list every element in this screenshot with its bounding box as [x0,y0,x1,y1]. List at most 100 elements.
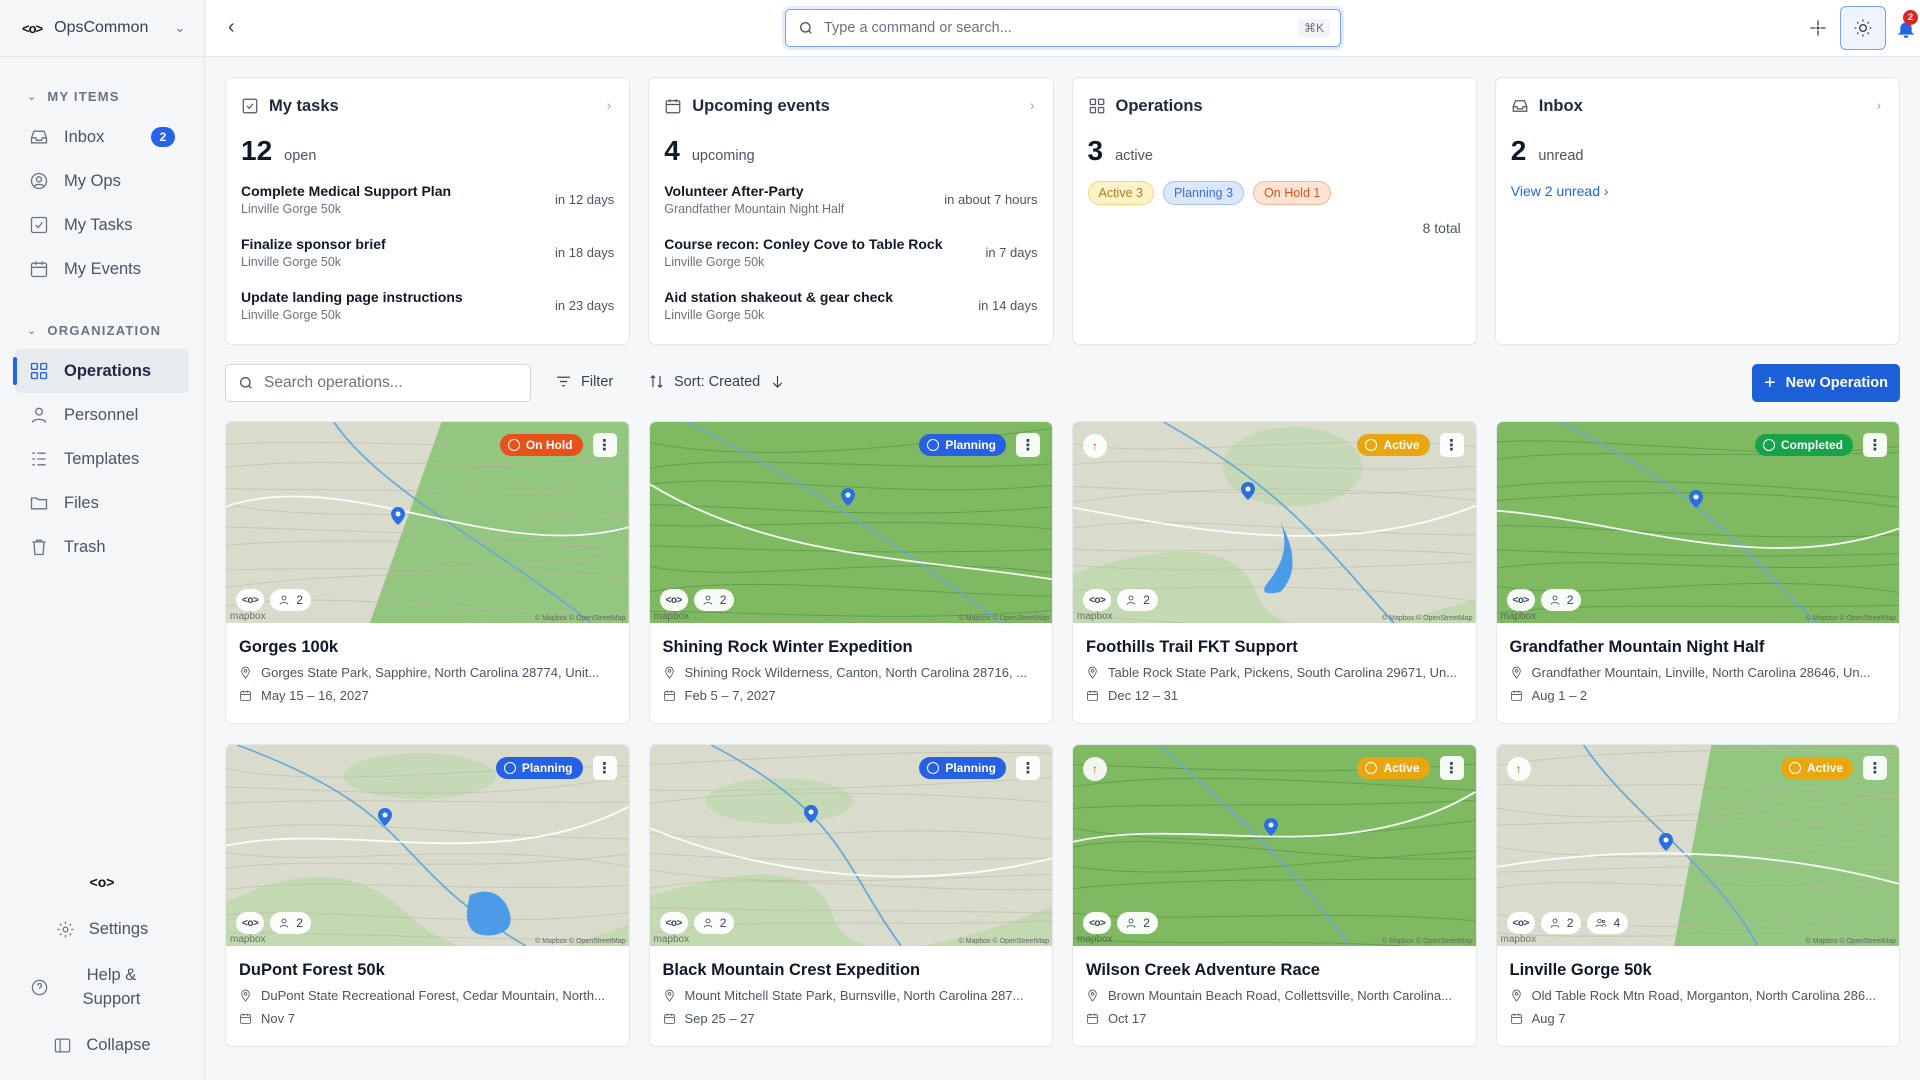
location-pin-icon [1264,818,1279,837]
operation-card[interactable]: On Hold ⋮ <o> 2 mapbox © Mapbox © OpenSt… [225,421,630,724]
map-pin-icon [1088,989,1097,1002]
operation-title[interactable]: Gorges 100k [239,638,616,657]
sidebar-item-trash[interactable]: Trash [15,525,189,569]
theme-toggle-button[interactable] [1840,6,1886,50]
operation-map[interactable]: Planning ⋮ <o> 2 mapbox © Mapbox © OpenS… [649,422,1052,623]
personnel-count-chip: 2 [1540,589,1582,611]
map-attribution[interactable]: © Mapbox © OpenStreetMap [959,615,1049,622]
map-attribution[interactable]: © Mapbox © OpenStreetMap [959,938,1049,945]
operation-title[interactable]: Black Mountain Crest Expedition [663,961,1040,980]
mapbox-logo: mapbox [230,934,266,945]
event-op: Linville Gorge 50k [664,255,765,269]
map-pin-icon [1511,989,1521,1002]
more-options-icon[interactable]: ⋮ [1863,756,1887,780]
sidebar-item-personnel[interactable]: Personnel [15,393,189,437]
operation-title[interactable]: DuPont Forest 50k [239,961,616,980]
operation-map[interactable]: ↑ Active ⋮ <o> 2 mapbox © Mapbox © OpenS… [1073,745,1476,946]
operation-map[interactable]: Planning ⋮ <o> 2 mapbox © Mapbox © OpenS… [226,745,629,946]
operation-card[interactable]: Planning ⋮ <o> 2 mapbox © Mapbox © OpenS… [225,744,630,1047]
settings-button[interactable]: Settings [0,906,204,952]
sidebar-item-operations[interactable]: Operations [13,349,189,393]
event-row[interactable]: Course recon: Conley Cove to Table Rock L… [664,236,1037,273]
section-my-items[interactable]: ⌄ MY ITEMS [0,79,204,113]
collapse-button[interactable]: Collapse [0,1022,204,1068]
more-options-icon[interactable]: ⋮ [1016,433,1040,457]
more-options-icon[interactable]: ⋮ [1439,756,1464,780]
personnel-count-chip: 2 [1540,912,1582,934]
chevron-right-icon[interactable]: › [1030,97,1035,113]
dots-status-icon [927,439,940,451]
active-pill[interactable]: Active 3 [1087,181,1154,205]
map-attribution[interactable]: © Mapbox © OpenStreetMap [1382,938,1472,945]
operation-map[interactable]: ↑ Active ⋮ <o> 2 4 mapbox © Mapbox © Ope… [1496,745,1899,946]
inbox-unread-label: unread [1538,148,1584,164]
section-organization[interactable]: ⌄ ORGANIZATION [0,313,204,347]
map-attribution[interactable]: © Mapbox © OpenStreetMap [1806,615,1896,622]
chevron-right-icon[interactable]: › [1876,97,1881,113]
sidebar-item-inbox[interactable]: Inbox 2 [15,115,189,159]
sidebar-item-label: My Events [64,259,142,278]
more-options-icon[interactable]: ⋮ [1439,433,1464,457]
map-pin-icon [664,666,674,679]
operation-map[interactable]: Completed ⋮ <o> 2 mapbox © Mapbox © Open… [1496,422,1899,623]
operation-card[interactable]: Planning ⋮ <o> 2 mapbox © Mapbox © OpenS… [648,744,1053,1047]
more-options-icon[interactable]: ⋮ [1863,433,1887,457]
more-options-icon[interactable]: ⋮ [1016,756,1040,780]
planning-pill[interactable]: Planning 3 [1162,181,1245,205]
map-attribution[interactable]: © Mapbox © OpenStreetMap [1806,938,1896,945]
sidebar-item-my-ops[interactable]: My Ops [15,159,189,203]
event-row[interactable]: Volunteer After-Party Grandfather Mountai… [664,183,1037,220]
chevron-right-icon[interactable]: › [607,97,612,113]
operation-title[interactable]: Wilson Creek Adventure Race [1086,961,1463,980]
command-search[interactable]: ⌘K [785,9,1341,47]
back-arrow-icon[interactable]: ‹ [228,16,252,40]
new-operation-button[interactable]: + New Operation [1751,364,1900,402]
operation-card[interactable]: ↑ Active ⋮ <o> 2 mapbox © Mapbox © OpenS… [1072,421,1477,724]
more-options-icon[interactable]: ⋮ [592,433,617,457]
filter-icon [557,376,570,387]
operation-card[interactable]: Planning ⋮ <o> 2 mapbox © Mapbox © OpenS… [648,421,1053,724]
view-unread-link[interactable]: View 2 unread › [1511,183,1609,199]
operation-card[interactable]: ↑ Active ⋮ <o> 2 mapbox © Mapbox © OpenS… [1072,744,1477,1047]
status-label: Completed [1780,438,1843,452]
sidebar-item-my-tasks[interactable]: My Tasks [15,203,189,247]
operation-map[interactable]: ↑ Active ⋮ <o> 2 mapbox © Mapbox © OpenS… [1073,422,1476,623]
map-attribution[interactable]: © Mapbox © OpenStreetMap [535,615,625,622]
my-tasks-card[interactable]: My tasks › 12 open Complete Medical Supp… [225,77,631,345]
notifications-button[interactable]: 2 [1890,10,1920,45]
operation-title[interactable]: Grandfather Mountain Night Half [1510,638,1887,657]
sort-button[interactable]: Sort: Created [648,373,786,390]
operation-card[interactable]: ↑ Active ⋮ <o> 2 4 mapbox © Mapbox © Ope… [1495,744,1900,1047]
task-row[interactable]: Update landing page instructions Linville… [241,289,614,326]
operation-map[interactable]: Planning ⋮ <o> 2 mapbox © Mapbox © OpenS… [649,745,1052,946]
task-row[interactable]: Complete Medical Support Plan Linville Go… [241,183,614,220]
sidebar-item-templates[interactable]: Templates [15,437,189,481]
on-hold-pill[interactable]: On Hold 1 [1253,181,1332,205]
operation-map[interactable]: On Hold ⋮ <o> 2 mapbox © Mapbox © OpenSt… [226,422,629,623]
sidebar-item-my-events[interactable]: My Events [15,247,189,291]
operation-title[interactable]: Linville Gorge 50k [1510,961,1887,980]
filter-button[interactable]: Filter [555,373,613,390]
operations-summary-card[interactable]: Operations 3 active 8 total Active 3 Pla… [1071,77,1477,345]
map-attribution[interactable]: © Mapbox © OpenStreetMap [535,938,625,945]
inbox-card[interactable]: Inbox › 2 unread View 2 unread › [1494,77,1900,345]
operation-card[interactable]: Completed ⋮ <o> 2 mapbox © Mapbox © Open… [1495,421,1900,724]
operations-search-input[interactable] [264,374,530,392]
operations-search[interactable] [225,364,531,402]
operation-title[interactable]: Shining Rock Winter Expedition [663,638,1040,657]
sparkle-button[interactable] [1802,12,1834,44]
topbar: ‹ ⌘K 2 [206,0,1920,57]
task-row[interactable]: Finalize sponsor brief Linville Gorge 50k… [241,236,614,273]
arrow-up-icon: ↑ [1083,434,1107,458]
upcoming-events-card[interactable]: Upcoming events › 4 upcoming Volunteer A… [648,77,1054,345]
command-search-input[interactable] [824,20,1288,36]
org-switcher[interactable]: <o> OpsCommon ⌄ [0,0,204,57]
event-row[interactable]: Aid station shakeout & gear check Linvill… [664,289,1037,326]
operation-title[interactable]: Foothills Trail FKT Support [1086,638,1463,657]
help-support-button[interactable]: Help & Support [0,952,204,1022]
inbox-icon [1512,100,1528,112]
more-options-icon[interactable]: ⋮ [592,756,617,780]
sidebar-item-files[interactable]: Files [15,481,189,525]
operation-location: Old Table Rock Mtn Road, Morganton, Nort… [1510,988,1887,1003]
map-attribution[interactable]: © Mapbox © OpenStreetMap [1382,615,1472,622]
